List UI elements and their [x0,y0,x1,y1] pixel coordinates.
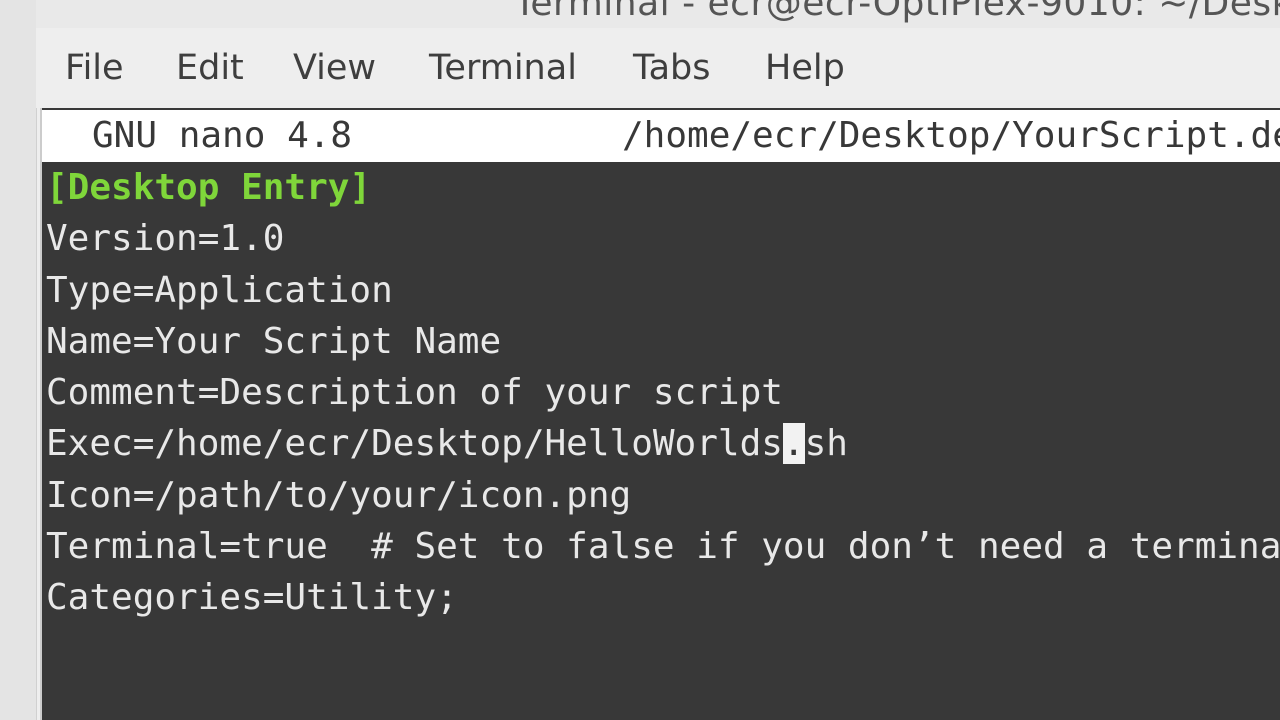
terminal-line: Terminal=true # Set to false if you don’… [46,526,1280,568]
nano-file-path: /home/ecr/Desktop/YourScript.desktop [622,115,1280,156]
editor-buffer[interactable]: [Desktop Entry] Version=1.0 Type=Applica… [46,162,1280,624]
menu-help[interactable]: Help [765,48,845,88]
text-cursor: . [782,423,805,465]
menu-file[interactable]: File [65,48,124,88]
nano-title-bar: GNU nano 4.8 /home/ecr/Desktop/YourScrip… [42,110,1280,162]
name-line: Name=Your Script Name [46,320,502,362]
menu-edit[interactable]: Edit [176,48,244,88]
nano-version: GNU nano 4.8 [92,115,353,156]
comment-line: Comment=Description of your script [46,372,783,414]
menu-tabs[interactable]: Tabs [633,48,711,88]
icon-line: Icon=/path/to/your/icon.png [46,474,632,516]
menu-bar: File Edit View Terminal Tabs Help [36,28,1280,108]
window-titlebar[interactable]: Terminal - ecr@ecr-OptiPlex-9010: ~/Desk… [36,0,1280,28]
version-line: Version=1.0 [46,218,285,260]
terminal-area[interactable]: GNU nano 4.8 /home/ecr/Desktop/YourScrip… [40,108,1280,720]
menu-terminal[interactable]: Terminal [429,48,577,88]
desktop-entry-header: [Desktop Entry] [46,167,372,208]
categories-line: Categories=Utility; [46,577,458,619]
menu-view[interactable]: View [293,48,376,88]
exec-line: Exec=/home/ecr/Desktop/HelloWorlds.sh [46,418,1280,469]
type-line: Type=Application [46,269,393,311]
exec-text-after-cursor: sh [804,423,848,465]
window-title: Terminal - ecr@ecr-OptiPlex-9010: ~/Desk… [514,0,1280,24]
desktop-left-edge [0,0,37,720]
exec-text-before-cursor: Exec=/home/ecr/Desktop/HelloWorlds [46,423,783,465]
